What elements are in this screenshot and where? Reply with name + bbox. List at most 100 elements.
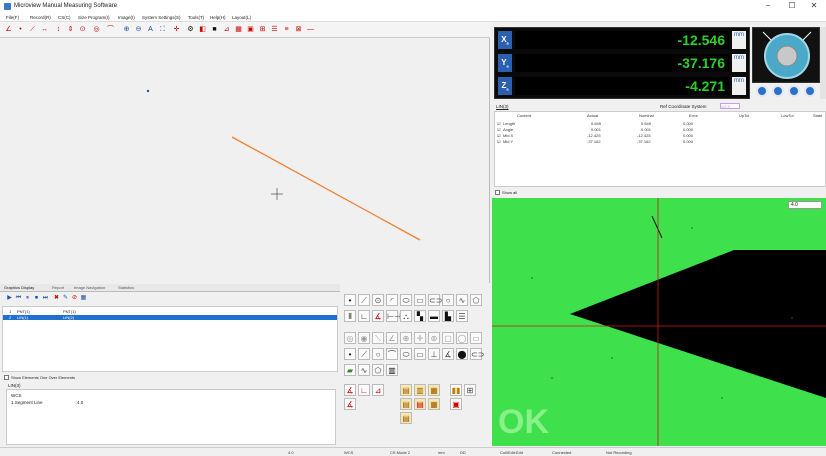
arc-measure-icon[interactable]: ◜ — [386, 294, 398, 306]
edit-step-icon[interactable]: ✎ — [62, 295, 69, 302]
row-checkbox[interactable]: ☑ — [497, 133, 501, 138]
report-open-icon[interactable]: ▤ — [400, 398, 412, 410]
report-table-icon[interactable]: ▦ — [428, 384, 440, 396]
auto-line-icon[interactable]: ⟍ — [372, 332, 384, 344]
chart-icon[interactable]: ▮▮ — [450, 384, 462, 396]
report-save-icon[interactable]: ▤ — [400, 412, 412, 424]
clear-icon[interactable]: ⊘ — [71, 295, 78, 302]
menu-cs[interactable]: CS(C) — [58, 15, 71, 20]
menu-layout[interactable]: Layout(L) — [232, 15, 251, 20]
point-tool-icon[interactable]: • — [16, 25, 25, 34]
report-print-icon[interactable]: ▦ — [428, 398, 440, 410]
measure-icon[interactable]: ⊿ — [222, 25, 231, 34]
auto-rect-icon[interactable]: ▭ — [470, 332, 482, 344]
program-table-icon[interactable]: ▦ — [80, 295, 87, 302]
graphics-canvas[interactable] — [0, 38, 490, 283]
fill-icon[interactable]: ■ — [210, 25, 219, 34]
light-bottom-icon[interactable] — [788, 85, 800, 97]
row-checkbox[interactable]: ☑ — [497, 127, 501, 132]
light-ring-button-icon[interactable] — [772, 85, 784, 97]
circle-tool-icon[interactable]: ⊙ — [78, 25, 87, 34]
y-unit-toggle[interactable]: mm — [732, 54, 746, 72]
play-icon[interactable]: ▶ — [6, 295, 13, 302]
distance-tool-icon[interactable]: ↔ — [40, 25, 49, 34]
report-icon[interactable]: ▤ — [400, 384, 412, 396]
corner-measure-icon[interactable]: ∟ — [358, 310, 370, 322]
step-forward-icon[interactable]: ⏭ — [42, 295, 49, 302]
auto-circle-icon[interactable]: ◎ — [344, 332, 356, 344]
light-ring-control[interactable] — [752, 27, 820, 83]
ellipse-measure-icon[interactable]: ⬭ — [400, 294, 412, 306]
text-tool-icon[interactable]: A — [146, 25, 155, 34]
circle-measure-icon[interactable]: ⊙ — [372, 294, 384, 306]
construct-circle-icon[interactable]: ○ — [372, 348, 384, 360]
point-measure-icon[interactable]: • — [344, 294, 356, 306]
curve-fit-icon[interactable]: ∿ — [358, 364, 370, 376]
curve-measure-icon[interactable]: ∿ — [456, 294, 468, 306]
graph-icon[interactable]: ⊞ — [464, 384, 476, 396]
tab-report[interactable]: Report — [52, 285, 64, 290]
show-elements-checkbox[interactable] — [4, 375, 9, 380]
z-unit-toggle[interactable]: mm — [732, 77, 746, 95]
auto-ring-icon[interactable]: ◉ — [358, 332, 370, 344]
menu-help[interactable]: Help(H) — [210, 15, 226, 20]
rectangle-measure-icon[interactable]: ▭ — [414, 294, 426, 306]
scan-measure-icon[interactable]: ⛬ — [400, 310, 412, 322]
construct-ellipse-icon[interactable]: ⬭ — [400, 348, 412, 360]
construct-slot-icon[interactable]: ⊂⊃ — [470, 348, 484, 360]
pause-icon[interactable]: ⏸ — [24, 295, 31, 302]
program-step-list[interactable]: 1 PNT(1) PNT(1) 2 LIN(1) LIN(2) — [2, 306, 338, 372]
distance-measure-icon[interactable]: ⊢⊣ — [386, 310, 401, 322]
separator-icon[interactable]: — — [306, 25, 315, 34]
light-settings-icon[interactable] — [804, 85, 816, 97]
auto-target-icon[interactable]: ⊚ — [428, 332, 440, 344]
zoom-in-icon[interactable]: ⊕ — [122, 25, 131, 34]
menu-record[interactable]: Record(R) — [30, 15, 51, 20]
tab-statistics[interactable]: Statistics — [118, 285, 134, 290]
angle-tool-icon[interactable]: ∠ — [4, 25, 13, 34]
show-all-checkbox[interactable] — [495, 190, 500, 195]
construct-intersect-icon[interactable]: ⊥ — [428, 348, 440, 360]
delete-step-icon[interactable]: ✖ — [53, 295, 60, 302]
block-measure-icon[interactable]: ▙ — [442, 310, 454, 322]
zoom-out-icon[interactable]: ⊖ — [134, 25, 143, 34]
construct-arc-icon[interactable]: ⌒ — [386, 348, 398, 360]
grid-fit-icon[interactable]: ▥ — [386, 364, 398, 376]
arc-tool-icon[interactable]: ⌒ — [106, 25, 115, 34]
bar-measure-icon[interactable]: ▬ — [428, 310, 440, 322]
dimension-angle-icon[interactable]: ∡ — [344, 384, 356, 396]
construct-point-icon[interactable]: • — [344, 348, 356, 360]
table-row[interactable]: 1 PNT(1) PNT(1) — [3, 309, 337, 314]
crosshair-icon[interactable]: ✛ — [172, 25, 181, 34]
construct-rect-icon[interactable]: ▭ — [414, 348, 426, 360]
construct-ring-icon[interactable]: ⬤ — [456, 348, 468, 360]
grid-icon[interactable]: ▦ — [234, 25, 243, 34]
delete-icon[interactable]: ⊠ — [294, 25, 303, 34]
menu-image[interactable]: Image(I) — [118, 15, 135, 20]
tab-graphics-display[interactable]: Graphics Display — [4, 285, 34, 290]
polygon-measure-icon[interactable]: ⬠ — [470, 294, 482, 306]
dimension-corner-icon[interactable]: ∟ — [358, 384, 370, 396]
tab-image-navigation[interactable]: Image Navigation — [74, 285, 105, 290]
export-icon[interactable]: ▣ — [450, 398, 462, 410]
table-icon[interactable]: ⊞ — [258, 25, 267, 34]
record-icon[interactable]: ▣ — [246, 25, 255, 34]
ring-measure-icon[interactable]: ○ — [442, 294, 454, 306]
menu-file[interactable]: File(F) — [6, 15, 19, 20]
row-checkbox[interactable]: ☑ — [497, 121, 501, 126]
menu-system-settings[interactable]: System Settings(S) — [142, 15, 181, 20]
width-measure-icon[interactable]: ⫴ — [344, 310, 356, 322]
measured-line[interactable] — [231, 136, 421, 241]
construct-line-icon[interactable]: ⟋ — [358, 348, 370, 360]
vertical-distance-icon[interactable]: ↕ — [54, 25, 63, 34]
settings-icon[interactable]: ⚙ — [186, 25, 195, 34]
line-measure-icon[interactable]: ⟋ — [358, 294, 370, 306]
construct-angle-icon[interactable]: ∡ — [442, 348, 454, 360]
layer-icon[interactable]: ◧ — [198, 25, 207, 34]
menu-size-program[interactable]: Size Program(I) — [78, 15, 110, 20]
measured-point[interactable] — [146, 89, 150, 93]
ref-cs-select[interactable]: WCS — [720, 103, 740, 109]
auto-zoom-icon[interactable]: ⊕ — [400, 332, 412, 344]
menu-tools[interactable]: Tools(T) — [188, 15, 204, 20]
concentric-tool-icon[interactable]: ◎ — [92, 25, 101, 34]
